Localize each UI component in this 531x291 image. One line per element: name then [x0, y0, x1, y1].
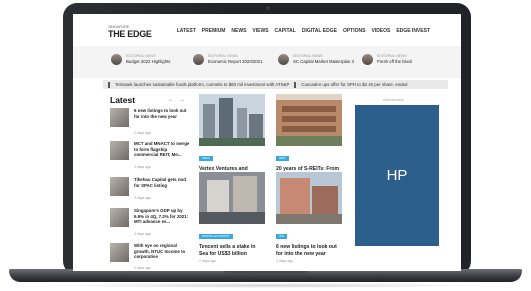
- category-tag[interactable]: DIGITAL ECONOMY: [199, 234, 233, 239]
- article-image: [276, 172, 342, 224]
- menu-item[interactable]: EDGE INVEST: [396, 28, 430, 34]
- avatar: [193, 53, 204, 65]
- menu-item[interactable]: VIEWS: [252, 28, 268, 34]
- featured-strip: EDITORIAL NEWS Budget 2022 Highlights EDI…: [73, 46, 461, 78]
- ticker-divider: [108, 81, 110, 88]
- carousel-arrows[interactable]: ←→: [168, 97, 190, 103]
- thumbnail: [110, 177, 129, 196]
- article-title: Tencent sells a stake in Sea for US$3 bi…: [199, 244, 256, 257]
- ticker-item[interactable]: Temasek launches sustainable foods platf…: [115, 82, 289, 87]
- ad-text: HP: [386, 167, 408, 184]
- menu-item[interactable]: VIDEOS: [371, 28, 390, 34]
- laptop-screen: SINGAPORE THE EDGE LATEST PREMIUM NEWS V…: [73, 14, 461, 271]
- menu-item[interactable]: OPTIONS: [343, 28, 366, 34]
- article-time: 2 days ago: [199, 259, 217, 264]
- laptop-shadow: [40, 283, 491, 288]
- ad-label: Advertisement: [383, 98, 405, 102]
- ad-banner[interactable]: HP: [355, 105, 439, 246]
- top-nav: SINGAPORE THE EDGE LATEST PREMIUM NEWS V…: [73, 14, 461, 45]
- article-time: 2 days ago: [276, 259, 294, 264]
- article-title: 6 new listings to look out for into the …: [276, 244, 337, 257]
- avatar: [278, 53, 289, 65]
- list-item[interactable]: Tikehau Capital gets nod for SPAC listin…: [110, 177, 190, 207]
- thumbnail: [110, 141, 129, 160]
- menu-item[interactable]: CAPITAL: [275, 28, 296, 34]
- menu-item[interactable]: LATEST: [177, 28, 196, 34]
- featured-item[interactable]: EDITORIAL NEWS Budget 2022 Highlights: [111, 53, 170, 65]
- list-item[interactable]: Singapore's GDP up by 5.9% in 4Q, 7.2% f…: [110, 208, 190, 238]
- thumbnail: [110, 208, 129, 227]
- article-image: [276, 94, 342, 146]
- ticker-divider: [294, 81, 297, 88]
- main-menu: LATEST PREMIUM NEWS VIEWS CAPITAL DIGITA…: [177, 28, 430, 34]
- avatar: [362, 53, 373, 65]
- thumbnail: [110, 243, 129, 262]
- article-image: [199, 172, 265, 224]
- laptop-scene: SINGAPORE THE EDGE LATEST PREMIUM NEWS V…: [0, 0, 531, 291]
- camera: [266, 6, 270, 10]
- featured-item[interactable]: EDITORIAL NEWS SC Capital Market Masterpl…: [278, 53, 354, 65]
- category-tag[interactable]: REIT: [276, 156, 289, 161]
- next-arrow-icon[interactable]: →: [179, 97, 190, 103]
- site-logo[interactable]: SINGAPORE THE EDGE: [108, 25, 152, 40]
- news-ticker[interactable]: Temasek launches sustainable foods platf…: [103, 80, 448, 89]
- article-card[interactable]: IPO 6 new listings to look out for into …: [276, 172, 342, 263]
- menu-item[interactable]: NEWS: [231, 28, 246, 34]
- avatar: [111, 53, 122, 65]
- featured-item[interactable]: EDITORIAL NEWS Economic Report 2020/2021: [193, 53, 262, 65]
- list-item[interactable]: With eye on regional growth, NTUC Income…: [110, 243, 190, 271]
- list-item[interactable]: 6 new listings to look out for into the …: [110, 108, 190, 138]
- menu-item[interactable]: DIGITAL EDGE: [302, 28, 337, 34]
- category-tag[interactable]: SPAC: [199, 156, 213, 161]
- article-card[interactable]: DIGITAL ECONOMY Tencent sells a stake in…: [199, 172, 265, 263]
- ticker-item[interactable]: Cuscaden ups offer for SPH to $2.40 per …: [301, 82, 407, 87]
- thumbnail: [110, 108, 129, 127]
- category-tag[interactable]: IPO: [276, 234, 288, 239]
- menu-item[interactable]: PREMIUM: [202, 28, 226, 34]
- featured-item[interactable]: EDITORIAL NEWS Fresh off the block: [362, 53, 412, 65]
- list-item[interactable]: MCT and MNACT to merge to form flagship …: [110, 141, 190, 171]
- latest-column: Latest ←→ 6 new listings to look out for…: [110, 95, 190, 271]
- article-image: [199, 94, 265, 146]
- prev-arrow-icon[interactable]: ←: [168, 97, 179, 103]
